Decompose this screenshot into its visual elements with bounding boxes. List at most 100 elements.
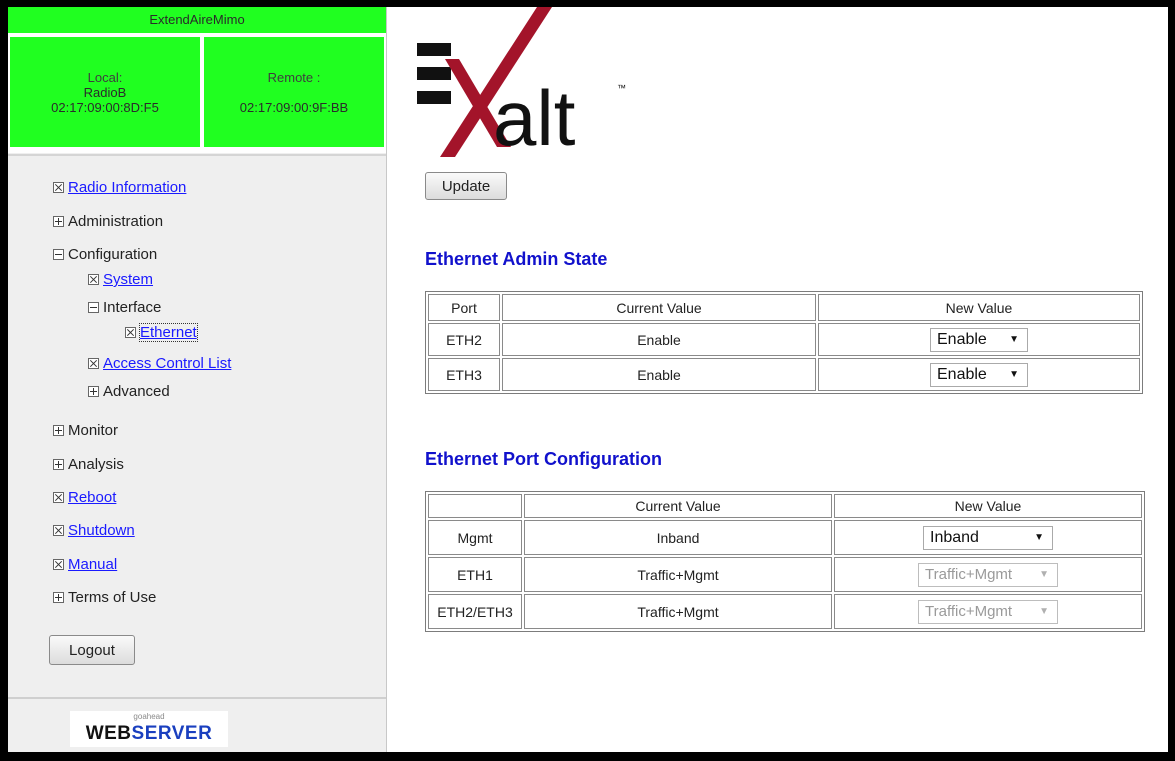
eth1-mode-select: Traffic+Mgmt ▼	[918, 562, 1058, 587]
section-title-port-configuration: Ethernet Port Configuration	[425, 449, 662, 469]
expand-icon[interactable]	[53, 425, 64, 436]
browser-frame: ExtendAireMimo Local: RadioB 02:17:09:00…	[8, 7, 1168, 752]
column-header	[428, 494, 522, 518]
nav-link-reboot[interactable]: Reboot	[68, 489, 116, 506]
local-label: Local:	[87, 69, 123, 85]
logo-bar-bottom	[417, 91, 451, 104]
column-header: New Value	[818, 294, 1140, 321]
port-cell: Mgmt	[428, 520, 522, 555]
nav-item-monitor[interactable]: Monitor	[53, 422, 118, 439]
eth2-admin-state-select[interactable]: Enable ▼	[930, 327, 1028, 352]
nav-link-shutdown[interactable]: Shutdown	[68, 522, 135, 539]
table-header-row: Port Current Value New Value	[428, 294, 1140, 321]
radio-header: ExtendAireMimo Local: RadioB 02:17:09:00…	[8, 7, 386, 153]
logo-bar-top	[417, 43, 451, 56]
logo-text-server: SERVER	[131, 723, 213, 744]
new-value-cell: Traffic+Mgmt ▼	[834, 594, 1142, 629]
remote-radio-panel: Remote : 02:17:09:00:9F:BB	[204, 37, 384, 147]
eth3-admin-state-select[interactable]: Enable ▼	[930, 362, 1028, 387]
expand-icon[interactable]	[53, 592, 64, 603]
port-cell: ETH1	[428, 557, 522, 592]
nav-item-interface[interactable]: Interface	[88, 299, 161, 316]
nav-label-interface: Interface	[103, 299, 162, 316]
nav-link-ethernet[interactable]: Ethernet	[139, 323, 198, 342]
eth2-eth3-mode-select: Traffic+Mgmt ▼	[918, 599, 1058, 624]
new-value-cell: Traffic+Mgmt ▼	[834, 557, 1142, 592]
new-value-cell: Enable ▼	[818, 323, 1140, 356]
new-value-cell: Enable ▼	[818, 358, 1140, 391]
column-header: New Value	[834, 494, 1142, 518]
leaf-icon	[88, 274, 99, 285]
nav-item-manual[interactable]: Manual	[53, 556, 117, 573]
header-divider	[8, 154, 386, 156]
nav-label-terms-of-use: Terms of Use	[68, 589, 157, 606]
nav-link-system[interactable]: System	[103, 271, 153, 288]
goahead-webserver-logo: goahead WEBSERVER	[70, 711, 228, 747]
expand-icon[interactable]	[88, 386, 99, 397]
nav-item-advanced[interactable]: Advanced	[88, 383, 170, 400]
collapse-icon[interactable]	[53, 249, 64, 260]
port-cell: ETH2	[428, 323, 500, 356]
dropdown-arrow-icon: ▼	[1039, 569, 1049, 580]
nav-link-manual[interactable]: Manual	[68, 556, 117, 573]
table-row: ETH2 Enable Enable ▼	[428, 323, 1140, 356]
leaf-icon	[53, 492, 64, 503]
logo-text: alt	[493, 74, 576, 162]
nav-link-radio-information[interactable]: Radio Information	[68, 179, 186, 196]
nav-item-analysis[interactable]: Analysis	[53, 456, 124, 473]
port-cell: ETH3	[428, 358, 500, 391]
table-row: ETH2/ETH3 Traffic+Mgmt Traffic+Mgmt ▼	[428, 594, 1142, 629]
update-button[interactable]: Update	[425, 172, 507, 200]
collapse-icon[interactable]	[88, 302, 99, 313]
local-radio-name: RadioB	[83, 84, 127, 100]
logo-small-text: goahead	[133, 712, 165, 721]
nav-link-access-control-list[interactable]: Access Control List	[103, 355, 231, 372]
mgmt-mode-select[interactable]: Inband ▼	[923, 525, 1053, 550]
remote-mac-address: 02:17:09:00:9F:BB	[239, 99, 349, 115]
local-mac-address: 02:17:09:00:8D:F5	[51, 99, 159, 115]
admin-state-table: Port Current Value New Value ETH2 Enable…	[425, 291, 1143, 394]
logo-big-text: WEBSERVER	[70, 723, 228, 745]
new-value-cell: Inband ▼	[834, 520, 1142, 555]
select-value: Enable	[937, 330, 987, 348]
sidebar: ExtendAireMimo Local: RadioB 02:17:09:00…	[8, 7, 387, 752]
column-header: Current Value	[524, 494, 832, 518]
current-value-cell: Traffic+Mgmt	[524, 557, 832, 592]
port-cell: ETH2/ETH3	[428, 594, 522, 629]
dropdown-arrow-icon: ▼	[1009, 334, 1019, 345]
nav-label-monitor: Monitor	[68, 422, 119, 439]
app-title: ExtendAireMimo	[8, 7, 386, 35]
expand-icon[interactable]	[53, 216, 64, 227]
table-header-row: Current Value New Value	[428, 494, 1142, 518]
column-header: Current Value	[502, 294, 816, 321]
dropdown-arrow-icon: ▼	[1039, 606, 1049, 617]
dropdown-arrow-icon: ▼	[1009, 369, 1019, 380]
port-configuration-table: Current Value New Value Mgmt Inband Inba…	[425, 491, 1145, 632]
select-value: Traffic+Mgmt	[925, 566, 1013, 583]
remote-label: Remote :	[267, 69, 321, 85]
current-value-cell: Enable	[502, 358, 816, 391]
nav-label-administration: Administration	[68, 213, 164, 230]
nav-item-administration[interactable]: Administration	[53, 213, 163, 230]
nav-item-terms-of-use[interactable]: Terms of Use	[53, 589, 156, 606]
current-value-cell: Inband	[524, 520, 832, 555]
nav-item-ethernet[interactable]: Ethernet	[125, 323, 198, 342]
logo-text-web: WEB	[85, 723, 132, 744]
current-value-cell: Traffic+Mgmt	[524, 594, 832, 629]
nav-item-reboot[interactable]: Reboot	[53, 489, 116, 506]
nav-item-configuration[interactable]: Configuration	[53, 246, 157, 263]
remote-spacer	[204, 85, 384, 100]
current-value-cell: Enable	[502, 323, 816, 356]
select-value: Enable	[937, 365, 987, 383]
nav-item-system[interactable]: System	[88, 271, 153, 288]
leaf-icon	[53, 525, 64, 536]
logout-button[interactable]: Logout	[49, 635, 135, 665]
leaf-icon	[88, 358, 99, 369]
main-content: alt ™ Update Ethernet Admin State Port C…	[387, 7, 1168, 752]
nav-item-shutdown[interactable]: Shutdown	[53, 522, 135, 539]
column-header: Port	[428, 294, 500, 321]
logo-bar-middle	[417, 67, 451, 80]
nav-item-access-control-list[interactable]: Access Control List	[88, 355, 231, 372]
nav-item-radio-information[interactable]: Radio Information	[53, 179, 186, 196]
expand-icon[interactable]	[53, 459, 64, 470]
